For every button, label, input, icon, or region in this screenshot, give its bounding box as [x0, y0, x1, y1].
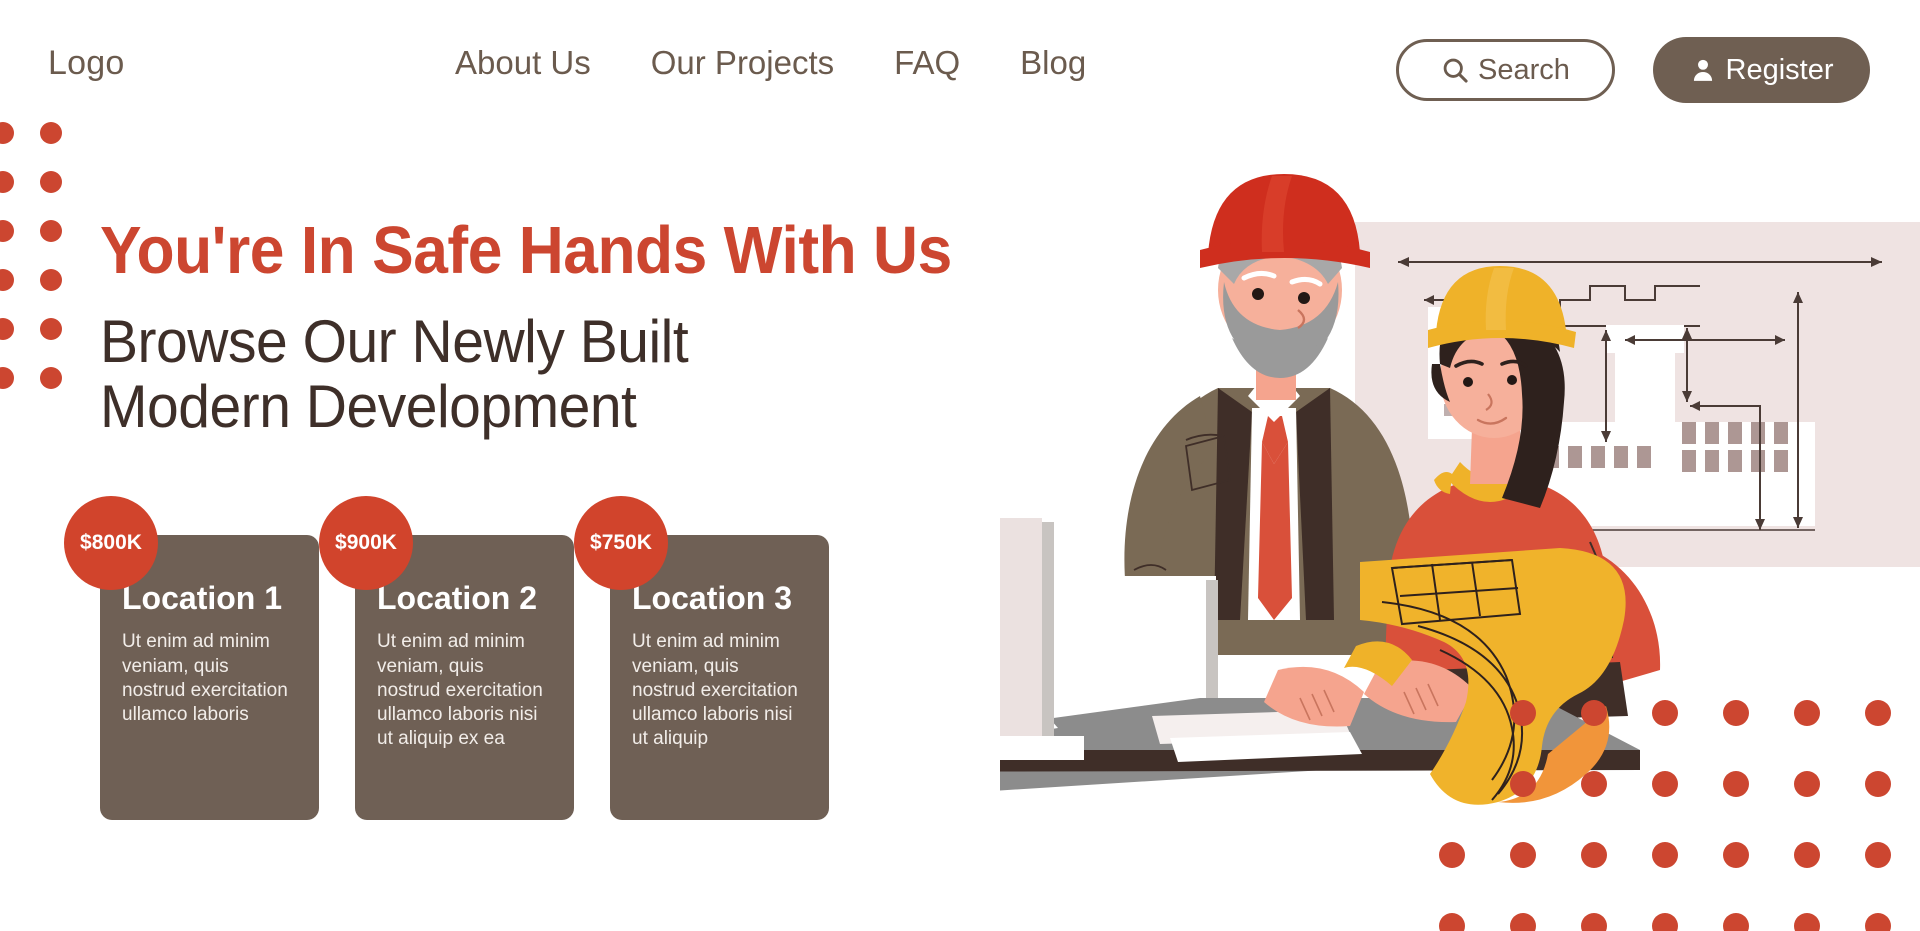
decorative-dot: [1652, 842, 1678, 868]
decorative-dot: [1794, 700, 1820, 726]
decorative-dot: [0, 171, 14, 193]
location-card[interactable]: $750K Location 3 Ut enim ad minim veniam…: [574, 496, 829, 820]
decorative-dot: [1510, 700, 1536, 726]
decorative-dot: [1510, 771, 1536, 797]
decorative-dot: [1723, 700, 1749, 726]
decorative-dot: [1865, 700, 1891, 726]
decorative-dot: [1794, 842, 1820, 868]
location-card-title: Location 2: [377, 580, 538, 616]
location-card-title: Location 3: [632, 580, 793, 616]
site-header: Logo About Us Our Projects FAQ Blog Sear…: [0, 0, 1920, 120]
decorative-dot: [40, 318, 62, 340]
price-badge: $800K: [64, 496, 158, 590]
landing-page: Logo About Us Our Projects FAQ Blog Sear…: [0, 0, 1920, 931]
decorative-dot: [40, 269, 62, 291]
decorative-dot: [1865, 842, 1891, 868]
price-badge: $900K: [319, 496, 413, 590]
location-card-title: Location 1: [122, 580, 283, 616]
search-icon: [1443, 58, 1468, 83]
main-navigation: About Us Our Projects FAQ Blog: [455, 44, 1086, 82]
hero-text-block: You're In Safe Hands With Us Browse Our …: [100, 215, 980, 440]
hero-headline: You're In Safe Hands With Us: [100, 213, 952, 288]
user-icon: [1693, 59, 1712, 81]
decorative-dot: [1794, 771, 1820, 797]
decorative-dot: [1652, 700, 1678, 726]
search-button-label: Search: [1478, 53, 1570, 86]
decorative-dot: [1510, 842, 1536, 868]
decorative-dot: [1865, 771, 1891, 797]
architects-illustration: [1000, 174, 1920, 805]
decorative-dot: [40, 122, 62, 144]
decorative-dot: [1581, 842, 1607, 868]
hero-subheadline: Browse Our Newly Built Modern Developmen…: [100, 308, 936, 440]
decorative-dot: [0, 318, 14, 340]
decorative-dot: [0, 220, 14, 242]
location-card[interactable]: $900K Location 2 Ut enim ad minim veniam…: [319, 496, 574, 820]
decorative-dot: [1581, 771, 1607, 797]
decorative-dot: [1581, 700, 1607, 726]
decorative-dot: [1723, 842, 1749, 868]
decorative-dot: [1723, 771, 1749, 797]
nav-item-blog[interactable]: Blog: [1020, 44, 1086, 82]
location-card-text: Ut enim ad minim veniam, quis nostrud ex…: [632, 631, 798, 750]
decorative-dot: [1439, 842, 1465, 868]
decorative-dot: [0, 367, 14, 389]
location-card-list: $800K Location 1 Ut enim ad minim veniam…: [64, 496, 829, 820]
hero-subheadline-line-1: Browse Our Newly Built: [100, 308, 689, 376]
location-card-text: Ut enim ad minim veniam, quis nostrud ex…: [122, 631, 288, 726]
location-card[interactable]: $800K Location 1 Ut enim ad minim veniam…: [64, 496, 319, 820]
location-card-text: Ut enim ad minim veniam, quis nostrud ex…: [377, 631, 543, 750]
decorative-dot: [40, 367, 62, 389]
decorative-dot: [0, 122, 14, 144]
nav-item-about-us[interactable]: About Us: [455, 44, 591, 82]
hero-subheadline-line-2: Modern Development: [100, 372, 637, 440]
search-button[interactable]: Search: [1396, 39, 1615, 101]
register-button-label: Register: [1725, 53, 1834, 86]
nav-item-faq[interactable]: FAQ: [894, 44, 960, 82]
nav-item-our-projects[interactable]: Our Projects: [651, 44, 834, 82]
logo[interactable]: Logo: [48, 44, 124, 83]
decorative-dot: [0, 269, 14, 291]
decorative-dot: [40, 220, 62, 242]
register-button[interactable]: Register: [1653, 37, 1870, 103]
decorative-dot: [40, 171, 62, 193]
price-badge: $750K: [574, 496, 668, 590]
hero-illustration: [1000, 150, 1920, 931]
decorative-dot: [1652, 771, 1678, 797]
